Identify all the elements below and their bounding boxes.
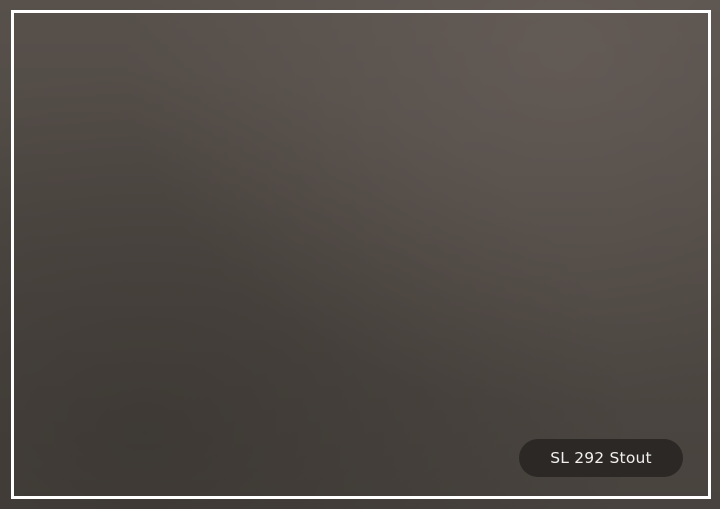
swatch-name-label: SL 292 Stout xyxy=(550,449,652,467)
swatch-frame xyxy=(11,10,711,499)
swatch-name-badge: SL 292 Stout xyxy=(519,439,683,477)
color-swatch-preview: SL 292 Stout xyxy=(0,0,720,509)
